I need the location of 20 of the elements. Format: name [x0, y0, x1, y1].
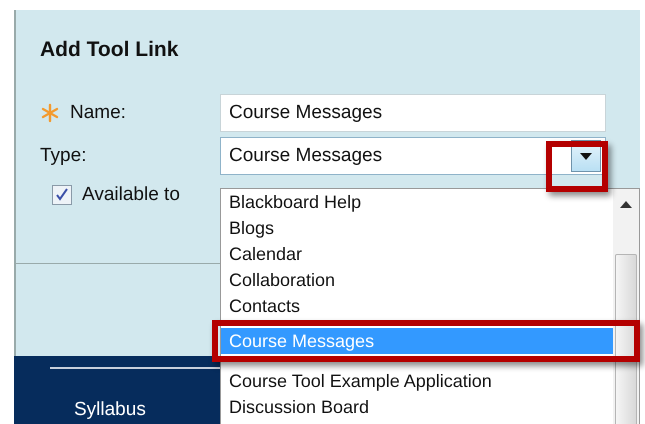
- scrollbar-thumb[interactable]: [615, 254, 637, 424]
- panel-title: Add Tool Link: [40, 38, 180, 62]
- menu-item[interactable]: Syllabus: [74, 399, 220, 421]
- dropdown-option[interactable]: Course Tool Example Application: [221, 368, 613, 394]
- checkbox[interactable]: [52, 185, 72, 205]
- highlight-frame: [546, 141, 608, 192]
- scrollbar[interactable]: [613, 189, 639, 424]
- checkbox-label: Available to: [82, 184, 180, 206]
- dropdown-option[interactable]: Discussion Board: [221, 394, 613, 420]
- field-label: Type:: [40, 145, 86, 167]
- dropdown-option[interactable]: Collaboration: [221, 267, 613, 293]
- name-field[interactable]: Course Messages: [220, 94, 606, 132]
- dropdown-option[interactable]: Blackboard Help: [221, 189, 613, 215]
- dropdown-option[interactable]: Contacts: [221, 293, 613, 319]
- field-label: Name:: [70, 102, 126, 124]
- scroll-up-icon[interactable]: [620, 201, 632, 208]
- type-dropdown[interactable]: Course Messages: [220, 137, 606, 175]
- caret-icon: [580, 152, 592, 160]
- dropdown-option[interactable]: Blogs: [221, 215, 613, 241]
- dropdown-option[interactable]: Calendar: [221, 241, 613, 267]
